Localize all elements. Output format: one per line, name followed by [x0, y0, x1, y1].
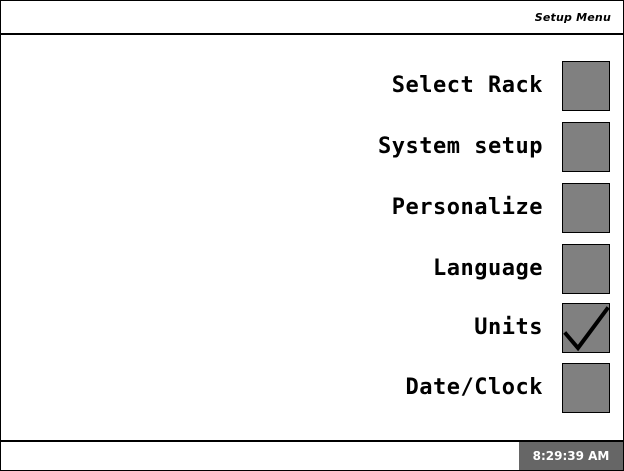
menu-row-select-rack: Select Rack — [1, 61, 623, 111]
select-rack-button[interactable] — [562, 61, 610, 111]
checkmark-icon — [563, 306, 609, 352]
date-clock-label: Date/Clock — [405, 375, 543, 400]
units-label: Units — [474, 315, 543, 340]
menu-row-language: Language — [1, 244, 623, 294]
menu-row-system-setup: System setup — [1, 122, 623, 172]
clock-display: 8:29:39 AM — [519, 442, 623, 470]
personalize-button[interactable] — [562, 183, 610, 233]
menu-row-date-clock: Date/Clock — [1, 363, 623, 413]
setup-menu-list: Select Rack System setup Personalize Lan… — [1, 1, 623, 441]
language-button[interactable] — [562, 244, 610, 294]
setup-screen: Setup Menu Select Rack System setup Pers… — [0, 0, 624, 471]
date-clock-button[interactable] — [562, 363, 610, 413]
personalize-label: Personalize — [391, 195, 543, 220]
menu-row-units: Units — [1, 303, 623, 353]
system-setup-button[interactable] — [562, 122, 610, 172]
system-setup-label: System setup — [378, 134, 543, 159]
language-label: Language — [433, 256, 543, 281]
units-button[interactable] — [562, 303, 610, 353]
select-rack-label: Select Rack — [391, 73, 543, 98]
menu-row-personalize: Personalize — [1, 183, 623, 233]
